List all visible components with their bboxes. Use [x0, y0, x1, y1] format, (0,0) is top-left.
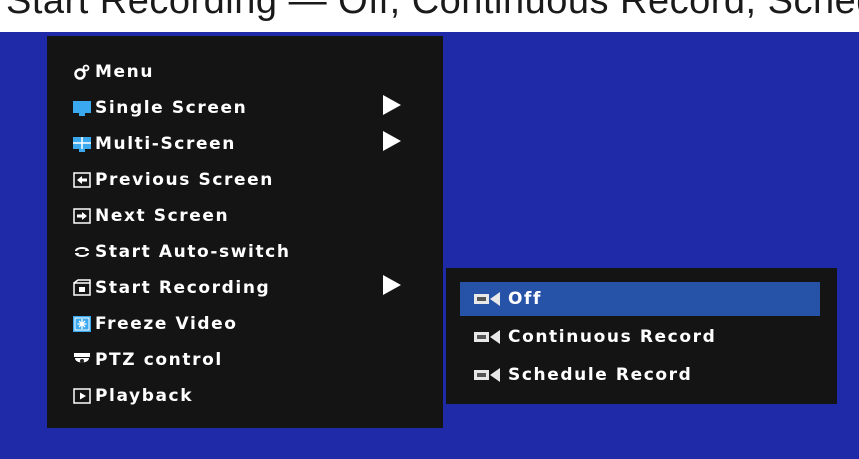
record-icon [73, 279, 91, 297]
menu-item-label: Start Recording [95, 278, 271, 298]
monitor-icon [73, 99, 91, 117]
arrow-right-icon [73, 207, 91, 225]
submenu-item-off[interactable]: Off [460, 282, 820, 316]
menu-item-ptz-control[interactable]: PTZ control [73, 343, 223, 377]
submenu-arrow-icon[interactable] [383, 131, 401, 151]
dvr-screen: Menu Single Screen Multi-Screen Previous… [0, 32, 859, 459]
menu-item-freeze-video[interactable]: Freeze Video [73, 307, 238, 341]
menu-item-next-screen[interactable]: Next Screen [73, 199, 229, 233]
grid-screen-icon [73, 135, 91, 153]
menu-item-label: PTZ control [95, 350, 223, 370]
arrow-left-icon [73, 171, 91, 189]
menu-item-label: Start Auto-switch [95, 242, 291, 262]
submenu-item-schedule-record[interactable]: Schedule Record [460, 358, 820, 392]
menu-item-start-auto-switch[interactable]: Start Auto-switch [73, 235, 291, 269]
submenu-item-label: Schedule Record [508, 365, 693, 385]
freeze-icon [73, 315, 91, 333]
submenu-item-label: Off [508, 289, 543, 309]
caption-text: Start Recording — Off, Continuous Record… [6, 0, 859, 22]
camera-icon [474, 368, 502, 382]
menu-item-label: Menu [95, 62, 155, 82]
dome-camera-icon [73, 351, 91, 369]
menu-item-multi-screen[interactable]: Multi-Screen [73, 127, 236, 161]
caption-bar: Start Recording — Off, Continuous Record… [0, 0, 859, 32]
submenu-arrow-icon[interactable] [383, 275, 401, 295]
camera-icon [474, 292, 502, 306]
menu-item-label: Single Screen [95, 98, 248, 118]
menu-item-label: Multi-Screen [95, 134, 236, 154]
submenu-item-label: Continuous Record [508, 327, 717, 347]
context-menu: Menu Single Screen Multi-Screen Previous… [47, 36, 443, 428]
submenu-arrow-icon[interactable] [383, 95, 401, 115]
cycle-icon [73, 243, 91, 261]
menu-item-label: Previous Screen [95, 170, 274, 190]
menu-item-previous-screen[interactable]: Previous Screen [73, 163, 274, 197]
playback-icon [73, 387, 91, 405]
menu-item-menu[interactable]: Menu [73, 55, 154, 89]
submenu-item-continuous-record[interactable]: Continuous Record [460, 320, 820, 354]
recording-submenu: Off Continuous Record Schedule Record [446, 268, 837, 404]
menu-item-single-screen[interactable]: Single Screen [73, 91, 247, 125]
camera-icon [474, 330, 502, 344]
menu-item-playback[interactable]: Playback [73, 379, 193, 413]
menu-item-label: Freeze Video [95, 314, 238, 334]
menu-item-label: Next Screen [95, 206, 230, 226]
menu-item-start-recording[interactable]: Start Recording [73, 271, 270, 305]
gear-icon [73, 63, 91, 81]
menu-item-label: Playback [95, 386, 194, 406]
